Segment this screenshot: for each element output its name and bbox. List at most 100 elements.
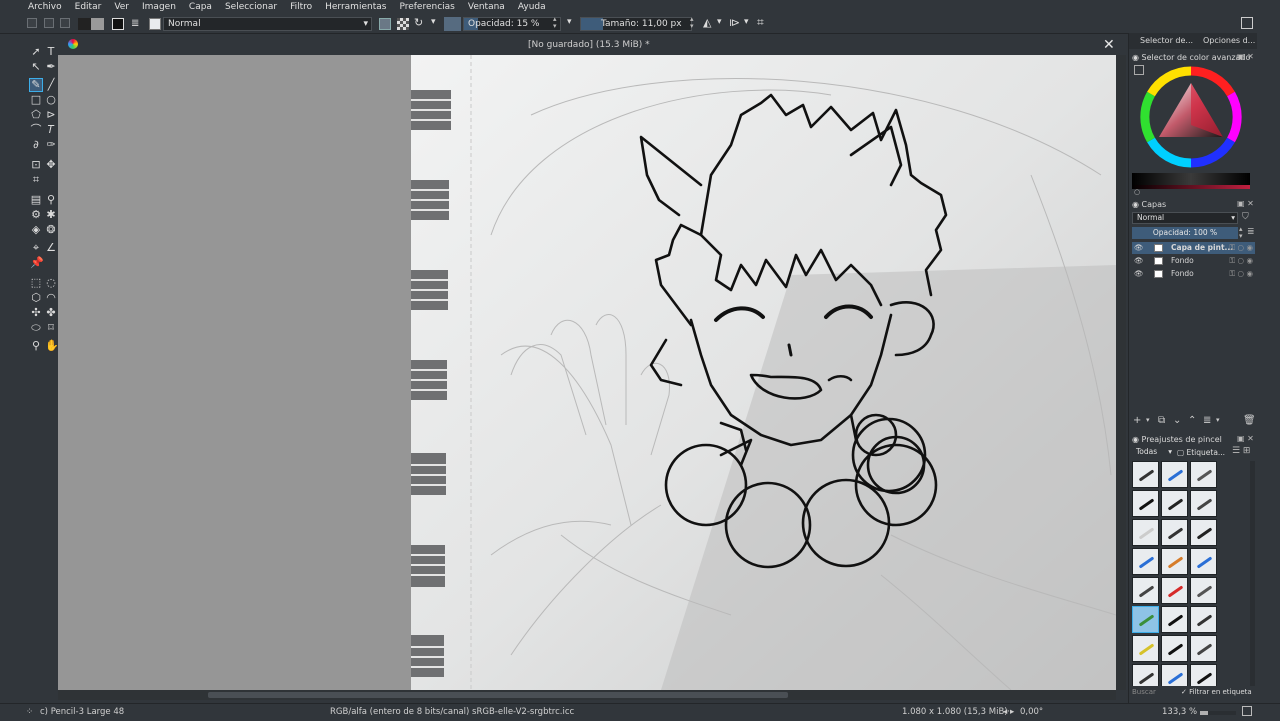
filter-in-tag-checkbox[interactable]: ✓ Filtrar en etiqueta <box>1181 687 1252 698</box>
similar-select-icon[interactable]: ✤ <box>45 307 57 319</box>
multibrush-icon[interactable]: ✑ <box>45 139 57 151</box>
polyline-icon[interactable]: ⊳ <box>45 109 57 121</box>
brush-preset-item[interactable] <box>1132 490 1159 517</box>
mirror-horizontal-icon[interactable]: ◭ <box>703 16 711 30</box>
reference-icon[interactable]: 📌 <box>30 257 44 269</box>
ellipse-icon[interactable]: ○ <box>45 94 57 106</box>
preset-search-input[interactable]: Buscar <box>1132 687 1177 698</box>
add-layer-icon[interactable]: + <box>1133 415 1141 426</box>
layer-blend-select[interactable]: Normal ▾ <box>1132 212 1238 224</box>
polygon-icon[interactable]: ⬠ <box>30 109 42 121</box>
brush-preset-item[interactable] <box>1161 635 1188 662</box>
colorize-mask-icon[interactable]: ⚙ <box>30 209 42 221</box>
float-close-icons[interactable]: ▣ ✕ <box>1237 434 1254 443</box>
edit-shape-icon[interactable]: ↖ <box>30 61 42 73</box>
tab-selector[interactable]: Selector de... <box>1140 36 1193 45</box>
transform-icon[interactable]: ⊡ <box>30 159 42 171</box>
layer-flags-icon[interactable]: ⚿ ○ ◉ <box>1229 268 1253 280</box>
brush-preset-icon[interactable] <box>149 18 161 30</box>
reload-preset-icon[interactable]: ↻ <box>414 17 426 29</box>
layer-row[interactable]: 👁 Fondo ⚿ ○ ◉ <box>1132 255 1255 267</box>
brush-preset-item[interactable] <box>1190 664 1217 686</box>
properties-icon[interactable]: ≣ <box>1203 415 1211 426</box>
bezier-select-icon[interactable]: ⬭ <box>30 322 42 334</box>
color-swap-icon[interactable] <box>112 18 124 30</box>
magnetic-select-icon[interactable]: ⌑ <box>45 322 57 334</box>
filter-icon[interactable]: ⛉ <box>1242 212 1249 222</box>
menu-item-ventana[interactable]: Ventana <box>461 0 511 15</box>
float-close-icons[interactable]: ▣ ✕ <box>1237 52 1254 61</box>
scroll-thumb[interactable] <box>208 692 788 698</box>
visibility-eye-icon[interactable]: 👁 <box>1134 268 1144 280</box>
shade-bar[interactable] <box>1132 173 1250 185</box>
opacity-slider[interactable]: Opacidad: 15 % <box>463 17 561 31</box>
visibility-eye-icon[interactable]: 👁 <box>1134 242 1144 254</box>
move-up-icon[interactable]: ⌃ <box>1188 415 1196 426</box>
shade-bar-2[interactable] <box>1132 185 1250 189</box>
crop-icon[interactable]: ⌗ <box>30 174 42 186</box>
menu-item-imagen[interactable]: Imagen <box>135 0 182 15</box>
rotation-icon[interactable]: ◂·▸ <box>1003 707 1014 717</box>
brush-preset-item[interactable] <box>1190 577 1217 604</box>
chevron-down-icon[interactable]: ▾ <box>744 17 749 31</box>
brush-preset-item[interactable] <box>1161 490 1188 517</box>
brush-preset-item[interactable] <box>1190 548 1217 575</box>
color-picker-icon[interactable]: ⚲ <box>45 194 57 206</box>
duplicate-layer-icon[interactable]: ⧉ <box>1158 415 1165 426</box>
vertical-scrollbar[interactable] <box>1116 55 1126 690</box>
line-icon[interactable]: ╱ <box>45 79 57 91</box>
move-down-icon[interactable]: ⌄ <box>1173 415 1181 426</box>
brush-preset-item[interactable] <box>1132 577 1159 604</box>
close-icon[interactable]: ✕ <box>1103 37 1115 53</box>
brush-preset-item[interactable] <box>1190 519 1217 546</box>
fill-icon[interactable]: ◈ <box>30 224 42 236</box>
save-document-icon[interactable] <box>60 18 70 28</box>
select-shape-icon[interactable]: ➚ <box>30 46 42 58</box>
brush-preset-item[interactable] <box>1132 548 1159 575</box>
crop-wrap-icon[interactable]: ⌗ <box>757 15 764 29</box>
layer-opacity-slider[interactable]: Opacidad: 100 % <box>1132 227 1238 239</box>
menu-item-ver[interactable]: Ver <box>107 0 135 15</box>
brush-settings-icon[interactable]: ≣ <box>131 18 143 30</box>
blend-mode-select[interactable]: Normal ▾ <box>163 17 372 31</box>
size-slider[interactable]: Tamaño: 11,00 px <box>580 17 692 31</box>
brush-preset-item[interactable] <box>1161 577 1188 604</box>
spin-arrows-icon[interactable]: ▴ ▾ <box>553 16 557 30</box>
pan-icon[interactable]: ✋ <box>45 340 59 352</box>
brush-preset-item[interactable] <box>1132 461 1159 488</box>
gradient-swatch-icon[interactable] <box>78 18 104 30</box>
brush-preset-item[interactable] <box>1190 490 1217 517</box>
brush-preset-item[interactable] <box>1161 664 1188 686</box>
pattern-swatch[interactable] <box>444 17 461 31</box>
fullscreen-icon[interactable] <box>1242 706 1252 716</box>
chevron-down-icon[interactable]: ▾ <box>717 17 722 31</box>
delete-layer-icon[interactable]: 🗑 <box>1243 415 1256 426</box>
freehand-brush-icon[interactable]: ✎ <box>29 78 43 92</box>
open-document-icon[interactable] <box>44 18 54 28</box>
gradient-icon[interactable]: ▤ <box>30 194 42 206</box>
eraser-mode-icon[interactable] <box>379 18 391 30</box>
view-mode-icons[interactable]: ☰ ⊞ <box>1232 446 1250 456</box>
layer-flags-icon[interactable]: ⚿ ○ ◉ <box>1229 255 1253 267</box>
assistant-icon[interactable]: ⌖ <box>30 242 42 254</box>
brush-preset-item[interactable] <box>1161 519 1188 546</box>
menu-item-ayuda[interactable]: Ayuda <box>511 0 552 15</box>
alpha-lock-icon[interactable] <box>397 18 409 30</box>
menu-item-seleccionar[interactable]: Seleccionar <box>218 0 283 15</box>
rect-select-icon[interactable]: ⬚ <box>30 277 42 289</box>
calligraphy-icon[interactable]: ✒ <box>45 61 57 73</box>
freehand-path-icon[interactable]: 𝑇 <box>45 124 57 136</box>
bezier-icon[interactable]: ⌒ <box>30 124 42 136</box>
chevron-down-icon[interactable]: ▾ <box>1146 416 1150 424</box>
presets-tag-select[interactable]: ▢ Etiqueta... <box>1177 447 1227 459</box>
color-wheel[interactable] <box>1137 65 1245 169</box>
enclose-fill-icon[interactable]: ❂ <box>45 224 57 236</box>
reset-icon[interactable]: ○ <box>1134 188 1140 196</box>
chevron-down-icon[interactable]: ▾ <box>567 17 572 31</box>
drawing-canvas[interactable] <box>411 55 1116 690</box>
menu-item-editar[interactable]: Editar <box>68 0 108 15</box>
smart-patch-icon[interactable]: ✱ <box>45 209 57 221</box>
float-close-icons[interactable]: ▣ ✕ <box>1237 199 1254 208</box>
dynamic-brush-icon[interactable]: ∂ <box>30 139 42 151</box>
brush-preset-item[interactable] <box>1132 635 1159 662</box>
